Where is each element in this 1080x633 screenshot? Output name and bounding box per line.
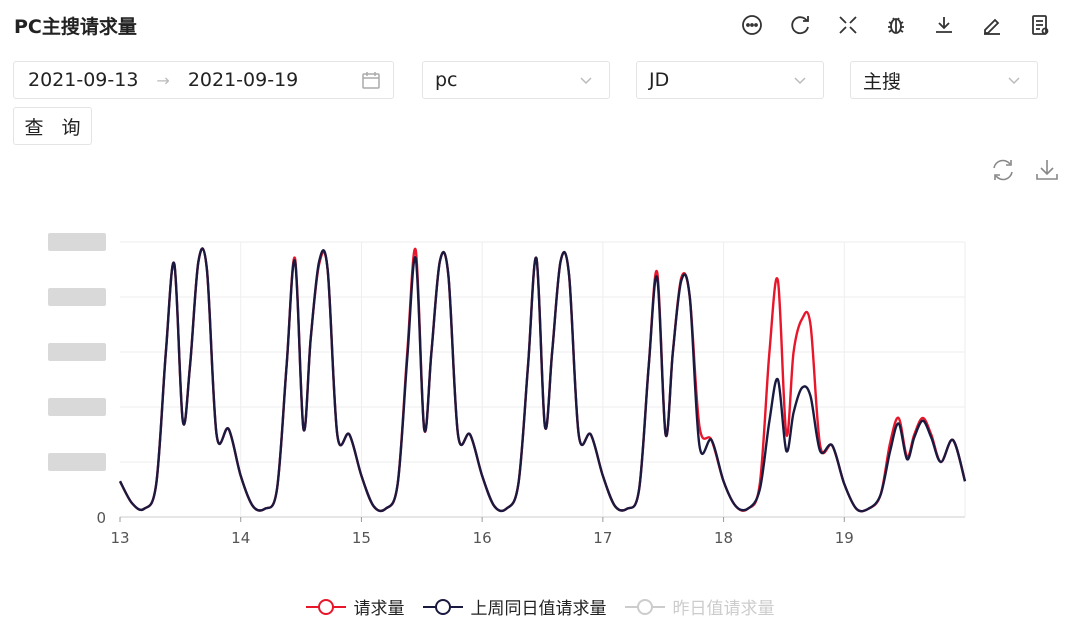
chart-save-image-icon[interactable]: [1032, 155, 1062, 185]
search-type-select[interactable]: 主搜: [850, 61, 1038, 99]
legend-item-last-week[interactable]: 上周同日值请求量: [422, 594, 607, 619]
y-tick-label-blurred: [48, 233, 106, 251]
legend-label: 上周同日值请求量: [470, 599, 607, 619]
y-tick-label: 0: [96, 509, 106, 527]
fullscreen-icon[interactable]: [830, 10, 866, 40]
download-icon[interactable]: [926, 10, 962, 40]
edit-icon[interactable]: [974, 10, 1010, 40]
x-tick-label: 14: [231, 529, 250, 547]
range-arrow-icon: →: [156, 70, 170, 90]
series-line-1: [118, 247, 967, 513]
y-tick-label-blurred: [48, 398, 106, 416]
x-tick-label: 17: [593, 529, 612, 547]
query-button[interactable]: 查 询: [13, 107, 92, 145]
chart-restore-icon[interactable]: [988, 155, 1018, 185]
legend-item-request-volume[interactable]: 请求量: [305, 594, 405, 619]
x-tick-label: 13: [110, 529, 129, 547]
search-type-select-value: 主搜: [863, 70, 902, 93]
refresh-icon[interactable]: [782, 10, 818, 40]
legend-label: 请求量: [353, 599, 405, 619]
chevron-down-icon: [1008, 77, 1020, 85]
comment-icon[interactable]: [734, 10, 770, 40]
series-line-2: [118, 247, 967, 513]
chart-legend: 请求量 上周同日值请求量 昨日值请求量: [0, 594, 1080, 619]
chevron-down-icon: [794, 77, 806, 85]
legend-label: 昨日值请求量: [672, 599, 775, 619]
legend-item-yesterday[interactable]: 昨日值请求量: [624, 594, 775, 619]
y-tick-label-blurred: [48, 288, 106, 306]
date-range-picker[interactable]: 2021-09-13 → 2021-09-19: [13, 61, 394, 99]
x-tick-label: 18: [714, 529, 733, 547]
bug-icon[interactable]: [878, 10, 914, 40]
x-tick-label: 16: [473, 529, 492, 547]
platform-select-value: pc: [435, 69, 458, 91]
legend-marker-icon: [305, 598, 346, 615]
end-date-input[interactable]: 2021-09-19: [188, 69, 298, 91]
legend-marker-icon: [422, 598, 463, 615]
x-tick-label: 19: [835, 529, 854, 547]
x-tick-label: 15: [352, 529, 371, 547]
y-tick-label-blurred: [48, 453, 106, 471]
y-tick-label-blurred: [48, 343, 106, 361]
chart-toolbox: [988, 155, 1062, 185]
legend-marker-icon: [624, 598, 665, 615]
start-date-input[interactable]: 2021-09-13: [28, 69, 138, 91]
platform-select[interactable]: pc: [422, 61, 610, 99]
calendar-icon: [362, 72, 380, 89]
site-select-value: JD: [649, 69, 670, 91]
report-icon[interactable]: [1022, 10, 1058, 40]
header-toolbar: [734, 10, 1058, 40]
site-select[interactable]: JD: [636, 61, 824, 99]
page-title: PC主搜请求量: [14, 16, 137, 38]
chevron-down-icon: [580, 77, 592, 85]
